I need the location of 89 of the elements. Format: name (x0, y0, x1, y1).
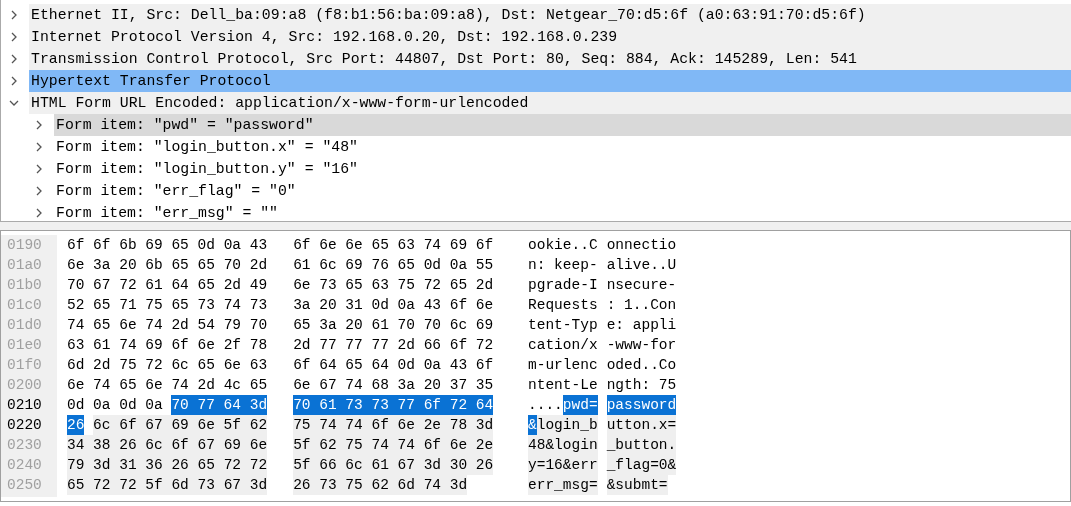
chevron-icon[interactable] (34, 186, 44, 196)
hex-bytes: 6d 2d 75 72 6c 65 6e 63 (67, 356, 268, 375)
hex-bytes: 2d 77 77 77 2d 66 6f 72 (293, 336, 494, 355)
hex-bytes: 5f 62 75 74 74 6f 6e 2e (293, 435, 494, 455)
chevron-icon[interactable] (9, 32, 19, 42)
chevron-icon[interactable] (34, 164, 44, 174)
hex-bytes: 0d 0a 0d 0a (67, 396, 163, 415)
ascii-text: -www-for (606, 336, 677, 355)
hex-bytes: 74 65 6e 74 2d 54 79 70 (67, 316, 268, 335)
hex-bytes: 6e 3a 20 6b 65 65 70 2d (67, 256, 268, 275)
offset-label: 0250 (7, 476, 43, 495)
tree-item[interactable]: Form item: "err_flag" = "0" (54, 180, 1071, 202)
hex-bytes: 65 72 72 5f 6d 73 67 3d (67, 475, 268, 495)
hex-bytes: 5f 66 6c 61 67 3d 30 26 (293, 455, 494, 475)
ascii-text: nsecure- (606, 276, 677, 295)
ascii-text: utton.x= (606, 415, 677, 435)
hex-bytes: 26 73 75 62 6d 74 3d (293, 475, 468, 495)
ascii-text: _button. (606, 435, 677, 455)
offset-label: 0210 (7, 396, 43, 415)
hex-bytes: 6c 6f 67 69 6e 5f 62 (93, 415, 268, 435)
tree-item[interactable]: Form item: "login_button.y" = "16" (54, 158, 1071, 180)
chevron-icon[interactable] (34, 208, 44, 218)
ascii-text: .... (528, 396, 563, 415)
ascii-text: _flag=0& (606, 455, 677, 475)
offset-label: 01c0 (7, 296, 43, 315)
ascii-text: &submt= (606, 475, 668, 495)
hex-bytes: 3a 20 31 0d 0a 43 6f 6e (293, 296, 494, 315)
hex-bytes: 6e 67 74 68 3a 20 37 35 (293, 376, 494, 395)
offset-label: 0190 (7, 236, 43, 255)
offset-label: 01f0 (7, 356, 43, 375)
hex-bytes: 26 (67, 415, 85, 435)
tree-item[interactable]: HTML Form URL Encoded: application/x-www-form-urlencoded (29, 92, 1071, 114)
hex-bytes: 61 6c 69 76 65 0d 0a 55 (293, 256, 494, 275)
ascii-text: alive..U (606, 256, 677, 275)
ascii-text: & (528, 415, 537, 435)
ascii-text: ookie..C (528, 236, 598, 255)
tree-item[interactable]: Ethernet II, Src: Dell_ba:09:a8 (f8:b1:56:ba:09:a8), Dst: Netgear_70:d5:6f (a0:63:91:70:d5:6f) (29, 4, 1071, 26)
ascii-text: cation/x (528, 336, 598, 355)
hex-bytes: 79 3d 31 36 26 65 72 72 (67, 455, 268, 475)
ascii-text: m-urlenc (528, 356, 598, 375)
tree-item[interactable]: Form item: "err_msg" = "" (54, 202, 1071, 224)
chevron-icon[interactable] (9, 10, 19, 20)
hex-bytes: 65 3a 20 61 70 70 6c 69 (293, 316, 494, 335)
ascii-text: onnectio (606, 236, 677, 255)
ascii-text: pwd= (562, 395, 598, 415)
hex-bytes: 6e 73 65 63 75 72 65 2d (293, 276, 494, 295)
ascii-text: Requests (528, 296, 598, 315)
hex-bytes: 34 38 26 6c 6f 67 69 6e (67, 435, 268, 455)
tree-item[interactable]: Internet Protocol Version 4, Src: 192.168.0.20, Dst: 192.168.0.239 (29, 26, 1071, 48)
tree-item[interactable]: Hypertext Transfer Protocol (29, 70, 1071, 92)
hex-bytes: 70 77 64 3d (171, 395, 268, 415)
chevron-icon[interactable] (9, 76, 19, 86)
ascii-text: oded..Co (606, 356, 677, 375)
offset-label: 01e0 (7, 336, 43, 355)
hex-bytes: 70 61 73 73 77 6f 72 64 (293, 395, 494, 415)
tree-item[interactable]: Transmission Control Protocol, Src Port: 44807, Dst Port: 80, Seq: 884, Ack: 145289, Len: 541 (29, 48, 1071, 70)
ascii-text: ntent-Le (528, 376, 598, 395)
ascii-text: tent-Typ (528, 316, 598, 335)
offset-label: 01b0 (7, 276, 43, 295)
ascii-text: err_msg= (528, 475, 598, 495)
hex-bytes: 6f 6f 6b 69 65 0d 0a 43 (67, 236, 268, 255)
offset-label: 01a0 (7, 256, 43, 275)
ascii-text: n: keep- (528, 256, 598, 275)
hex-bytes: 6f 64 65 64 0d 0a 43 6f (293, 356, 494, 375)
ascii-text: password (606, 395, 677, 415)
hex-bytes: 75 74 74 6f 6e 2e 78 3d (293, 415, 494, 435)
chevron-icon[interactable] (34, 120, 44, 130)
hex-bytes: 52 65 71 75 65 73 74 73 (67, 296, 268, 315)
tree-item[interactable]: Form item: "pwd" = "password" (54, 114, 1071, 136)
hex-bytes: 70 67 72 61 64 65 2d 49 (67, 276, 268, 295)
chevron-icon[interactable] (9, 98, 19, 108)
hex-bytes: 6f 6e 6e 65 63 74 69 6f (293, 236, 494, 255)
ascii-text: e: appli (606, 316, 677, 335)
ascii-text: y=16&err (528, 455, 598, 475)
tree-item[interactable]: Form item: "login_button.x" = "48" (54, 136, 1071, 158)
ascii-text: ngth: 75 (606, 376, 677, 395)
hex-bytes: 63 61 74 69 6f 6e 2f 78 (67, 336, 268, 355)
splitter-handle[interactable] (0, 222, 1071, 230)
chevron-icon[interactable] (9, 54, 19, 64)
ascii-text: : 1..Con (606, 296, 677, 315)
offset-label: 0240 (7, 456, 43, 475)
offset-label: 0220 (7, 416, 43, 435)
ascii-text: pgrade-I (528, 276, 598, 295)
offset-label: 0200 (7, 376, 43, 395)
hex-bytes: 6e 74 65 6e 74 2d 4c 65 (67, 376, 268, 395)
ascii-text: 48&login (528, 435, 598, 455)
offset-label: 01d0 (7, 316, 43, 335)
chevron-icon[interactable] (34, 142, 44, 152)
offset-label: 0230 (7, 436, 43, 455)
